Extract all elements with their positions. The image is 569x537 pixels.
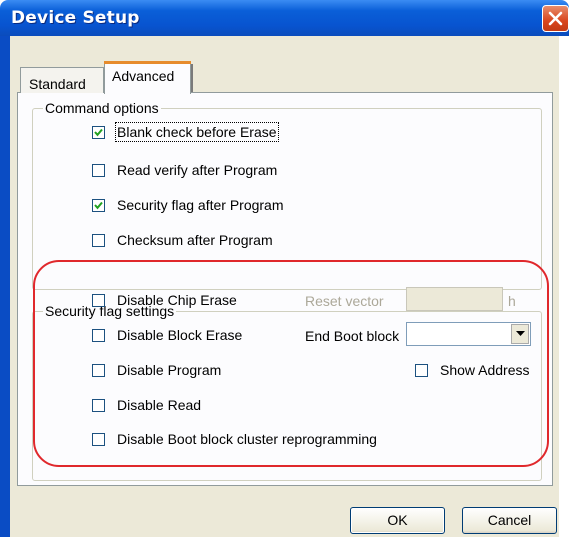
tab-standard-label: Standard bbox=[29, 76, 86, 92]
read-verify-after-program-checkbox[interactable] bbox=[92, 163, 105, 177]
checkmark-icon bbox=[94, 201, 103, 209]
dialog-client-area: Standard Advanced Command options Blank … bbox=[10, 36, 559, 537]
disable-block-erase-label: Disable Block Erase bbox=[117, 327, 243, 343]
cancel-button[interactable]: Cancel bbox=[462, 507, 557, 534]
window-frame-left bbox=[0, 36, 10, 537]
title-bar[interactable]: Device Setup bbox=[0, 0, 569, 36]
disable-boot-block-cluster-reprogramming-option[interactable]: Disable Boot block cluster reprogramming bbox=[92, 430, 377, 448]
blank-check-before-erase-option[interactable]: Blank check before Erase bbox=[92, 122, 279, 142]
read-verify-after-program-label: Read verify after Program bbox=[117, 162, 278, 178]
checksum-after-program-label: Checksum after Program bbox=[117, 232, 273, 248]
close-button[interactable] bbox=[542, 5, 569, 32]
reset-vector-label: Reset vector bbox=[305, 293, 384, 309]
disable-boot-block-cluster-reprogramming-checkbox[interactable] bbox=[92, 432, 105, 446]
disable-program-label: Disable Program bbox=[117, 362, 222, 378]
end-boot-block-label: End Boot block bbox=[305, 328, 400, 344]
show-address-checkbox[interactable] bbox=[415, 363, 428, 377]
blank-check-before-erase-checkbox[interactable] bbox=[92, 125, 105, 139]
checksum-after-program-option[interactable]: Checksum after Program bbox=[92, 231, 273, 249]
checksum-after-program-checkbox[interactable] bbox=[92, 233, 105, 247]
disable-chip-erase-option[interactable]: Disable Chip Erase bbox=[92, 291, 237, 309]
disable-read-option[interactable]: Disable Read bbox=[92, 396, 201, 414]
disable-block-erase-checkbox[interactable] bbox=[92, 328, 105, 342]
checkmark-icon bbox=[94, 128, 103, 136]
reset-vector-unit: h bbox=[508, 293, 516, 309]
security-flag-after-program-option[interactable]: Security flag after Program bbox=[92, 196, 284, 214]
disable-read-label: Disable Read bbox=[117, 397, 202, 413]
disable-program-option[interactable]: Disable Program bbox=[92, 361, 221, 379]
tab-standard[interactable]: Standard bbox=[20, 67, 104, 93]
close-icon bbox=[548, 11, 563, 26]
window-frame-right bbox=[559, 36, 569, 537]
reset-vector-input[interactable] bbox=[406, 287, 503, 311]
window-title: Device Setup bbox=[11, 8, 140, 28]
show-address-option[interactable]: Show Address bbox=[415, 361, 530, 379]
disable-chip-erase-label: Disable Chip Erase bbox=[117, 292, 237, 308]
disable-block-erase-option[interactable]: Disable Block Erase bbox=[92, 326, 242, 344]
read-verify-after-program-option[interactable]: Read verify after Program bbox=[92, 161, 277, 179]
disable-program-checkbox[interactable] bbox=[92, 363, 105, 377]
tab-advanced[interactable]: Advanced bbox=[104, 61, 193, 94]
end-boot-block-select[interactable] bbox=[406, 322, 531, 346]
device-setup-window: Device Setup Standard Advanced Command o… bbox=[0, 0, 569, 537]
command-options-legend: Command options bbox=[43, 100, 161, 116]
security-flag-after-program-checkbox[interactable] bbox=[92, 198, 105, 212]
tab-advanced-label: Advanced bbox=[112, 68, 175, 84]
end-boot-block-dropdown-button[interactable] bbox=[511, 324, 529, 344]
disable-read-checkbox[interactable] bbox=[92, 398, 105, 412]
security-flag-after-program-label: Security flag after Program bbox=[117, 197, 284, 213]
ok-button[interactable]: OK bbox=[350, 507, 445, 534]
blank-check-before-erase-label: Blank check before Erase bbox=[115, 122, 279, 142]
disable-boot-block-cluster-reprogramming-label: Disable Boot block cluster reprogramming bbox=[117, 431, 377, 447]
show-address-label: Show Address bbox=[440, 362, 530, 378]
chevron-down-icon bbox=[516, 331, 525, 336]
disable-chip-erase-checkbox[interactable] bbox=[92, 293, 105, 307]
